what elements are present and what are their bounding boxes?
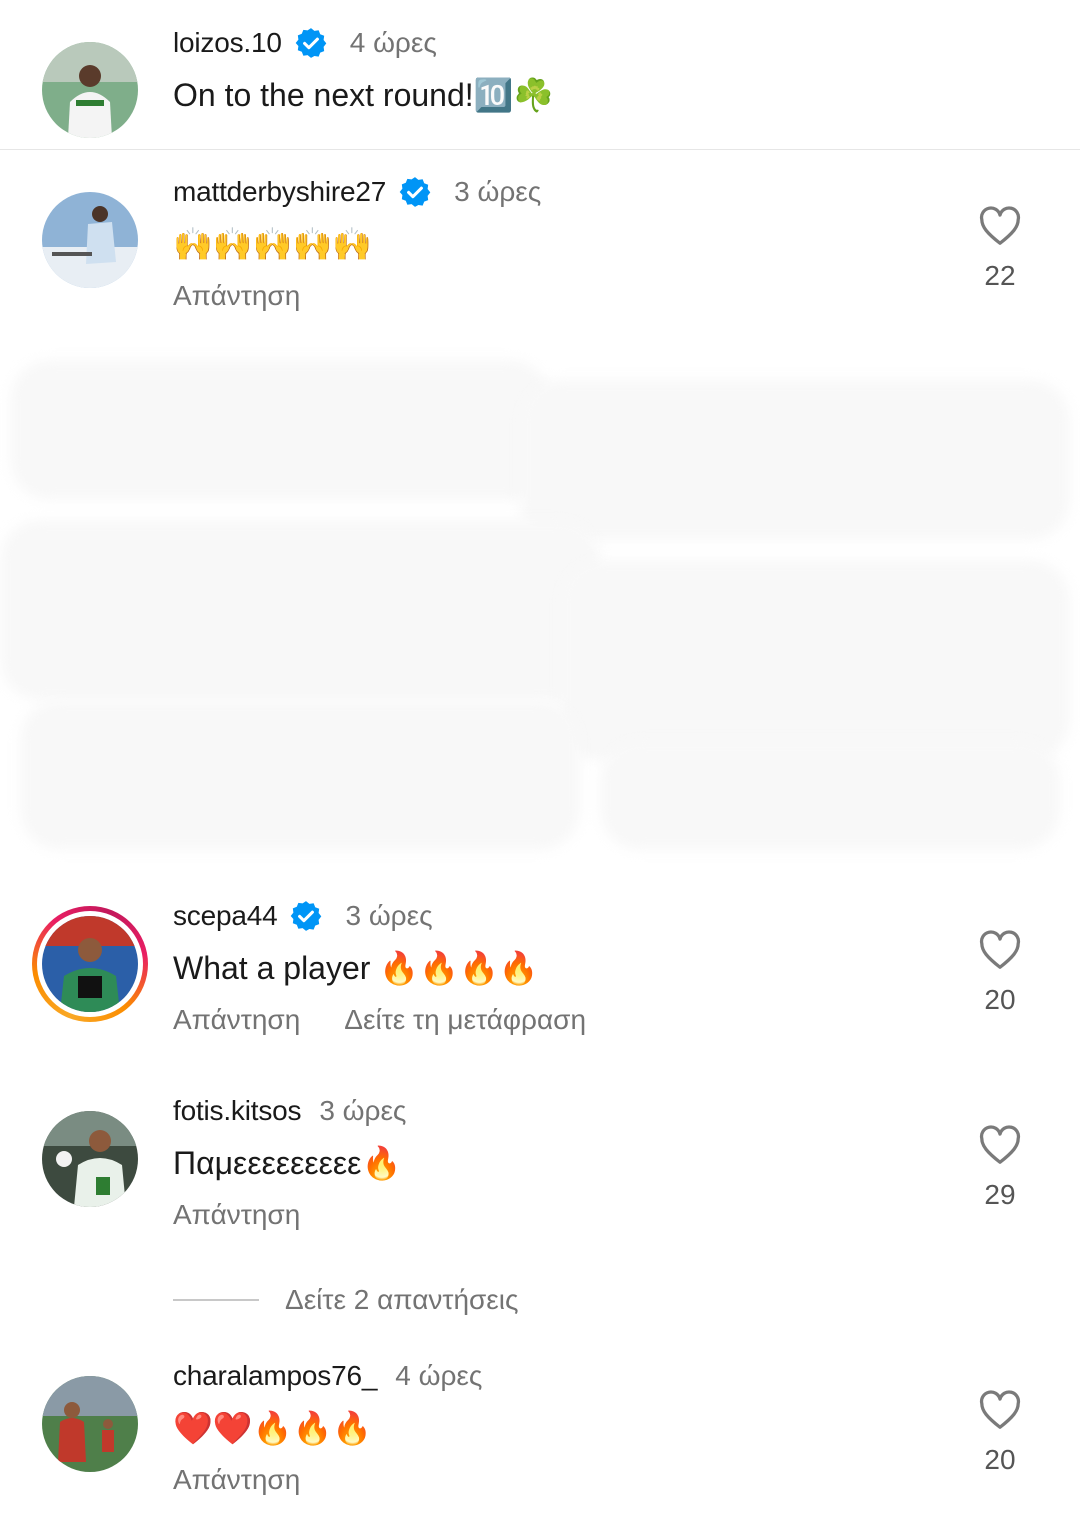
comment-item: fotis.kitsos 3 ώρες Παμεεεεεεεεε🔥 Απάντη… (0, 1075, 1080, 1255)
reply-button[interactable]: Απάντηση (173, 1004, 300, 1036)
view-replies[interactable]: Δείτε 2 απαντήσεις (173, 1280, 519, 1320)
comment-actions: Απάντηση Δείτε τη μετάφραση (173, 1004, 586, 1036)
avatar[interactable] (42, 42, 138, 138)
like-count: 22 (984, 260, 1016, 291)
comment-actions: Απάντηση (173, 1464, 300, 1496)
avatar[interactable] (42, 1111, 138, 1207)
comment-item: scepa44 3 ώρες What a player 🔥🔥🔥🔥 Απάντη… (0, 880, 1080, 1060)
heart-icon[interactable] (978, 930, 1022, 970)
see-translation-button[interactable]: Δείτε τη μετάφραση (344, 1004, 586, 1036)
timestamp: 3 ώρες (345, 900, 433, 931)
like-count: 20 (984, 984, 1016, 1015)
username[interactable]: fotis.kitsos (173, 1095, 302, 1127)
like-count: 29 (984, 1179, 1016, 1210)
timestamp: 3 ώρες (319, 1095, 407, 1126)
username[interactable]: charalampos76_ (173, 1360, 377, 1392)
reply-button[interactable]: Απάντηση (173, 1199, 300, 1231)
comment-text: ❤️❤️🔥🔥🔥 (173, 1410, 373, 1446)
timestamp: 4 ώρες (349, 27, 437, 58)
comment-text: 🙌🙌🙌🙌🙌 (173, 226, 373, 262)
timestamp: 3 ώρες (454, 176, 542, 207)
username[interactable]: mattderbyshire27 (173, 176, 386, 208)
redacted-area (0, 340, 1080, 870)
heart-icon[interactable] (978, 1125, 1022, 1165)
comment-item: mattderbyshire27 3 ώρες 🙌🙌🙌🙌🙌 Απάντηση 2… (0, 150, 1080, 350)
verified-badge-icon (291, 901, 322, 931)
comment-meta: mattderbyshire27 3 ώρες (173, 172, 541, 212)
timestamp: 4 ώρες (395, 1360, 483, 1391)
replies-divider (173, 1299, 259, 1301)
like-control: 29 (960, 1125, 1040, 1211)
comment-actions: Απάντηση (173, 1199, 300, 1231)
avatar[interactable] (42, 1376, 138, 1472)
like-control: 20 (960, 1390, 1040, 1476)
comment-actions: Απάντηση (173, 280, 300, 312)
heart-icon[interactable] (978, 206, 1022, 246)
reply-button[interactable]: Απάντηση (173, 280, 300, 312)
story-ring[interactable] (32, 906, 148, 1022)
like-count: 20 (984, 1444, 1016, 1475)
like-control: 22 (960, 206, 1040, 292)
verified-badge-icon (295, 28, 327, 58)
reply-button[interactable]: Απάντηση (173, 1464, 300, 1496)
comment-text: What a player 🔥🔥🔥🔥 (173, 950, 539, 986)
comment-meta: scepa44 3 ώρες (173, 896, 433, 936)
avatar[interactable] (42, 916, 138, 1012)
username[interactable]: scepa44 (173, 900, 278, 932)
comment-item: charalampos76_ 4 ώρες ❤️❤️🔥🔥🔥 Απάντηση 2… (0, 1340, 1080, 1520)
caption-text: On to the next round!🔟☘️ (173, 77, 554, 113)
username[interactable]: loizos.10 (173, 27, 282, 59)
view-replies-label[interactable]: Δείτε 2 απαντήσεις (285, 1284, 519, 1316)
comment-meta: charalampos76_ 4 ώρες (173, 1356, 482, 1396)
like-control: 20 (960, 930, 1040, 1016)
heart-icon[interactable] (978, 1390, 1022, 1430)
comment-text: Παμεεεεεεεεε🔥 (173, 1145, 402, 1181)
comment-meta: fotis.kitsos 3 ώρες (173, 1091, 406, 1131)
verified-badge-icon (399, 177, 431, 207)
post-caption: loizos.10 4 ώρες On to the next round!🔟☘… (0, 0, 1080, 150)
comment-meta: loizos.10 4 ώρες (173, 23, 437, 63)
avatar[interactable] (42, 192, 138, 288)
